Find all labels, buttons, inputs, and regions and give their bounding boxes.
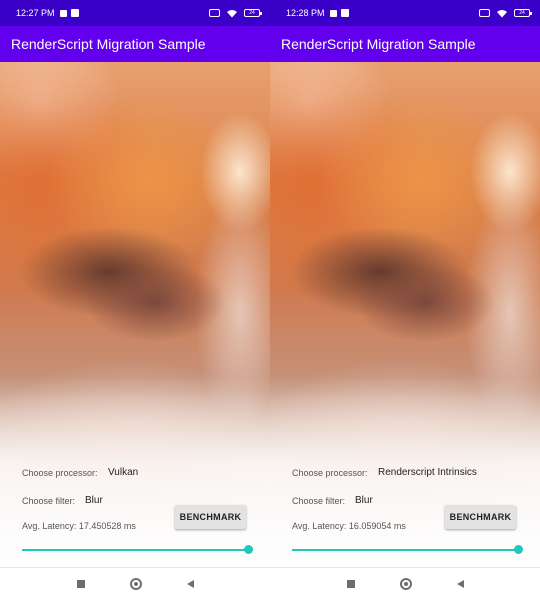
status-bar: 12:27 PM 24 <box>0 0 270 26</box>
processed-image <box>270 62 540 567</box>
phone-screen-renderscript: 12:28 PM 24 RenderScript Migration Sampl… <box>270 0 540 600</box>
notification-square-icon <box>59 9 67 17</box>
wifi-icon <box>227 9 237 17</box>
processor-select[interactable]: Renderscript Intrinsics <box>378 467 477 478</box>
processor-select[interactable]: Vulkan <box>108 467 138 478</box>
navigation-bar <box>0 567 270 600</box>
slider-track[interactable] <box>22 549 246 551</box>
filter-select[interactable]: Blur <box>355 495 373 506</box>
download-icon <box>340 9 349 17</box>
latency-text: Avg. Latency: 16.059054 ms <box>292 521 406 531</box>
slider-thumb[interactable] <box>514 545 523 554</box>
navigation-bar <box>270 567 540 600</box>
battery-icon: 24 <box>514 9 532 17</box>
status-time: 12:27 PM <box>16 8 55 18</box>
processor-label: Choose processor: <box>22 468 98 478</box>
notification-square-icon <box>329 9 337 17</box>
home-icon[interactable] <box>129 578 142 590</box>
benchmark-button[interactable]: BENCHMARK <box>175 505 246 529</box>
app-title: RenderScript Migration Sample <box>11 36 206 52</box>
x-box-icon <box>209 9 220 17</box>
back-icon[interactable] <box>456 580 464 588</box>
home-icon[interactable] <box>399 578 412 590</box>
filter-label: Choose filter: <box>292 496 346 506</box>
status-time: 12:28 PM <box>286 8 325 18</box>
recents-icon[interactable] <box>346 580 355 588</box>
x-box-icon <box>479 9 490 17</box>
download-icon <box>70 9 79 17</box>
processor-label: Choose processor: <box>292 468 368 478</box>
back-icon[interactable] <box>186 580 194 588</box>
battery-icon: 24 <box>244 9 262 17</box>
slider-track[interactable] <box>292 549 516 551</box>
benchmark-button[interactable]: BENCHMARK <box>445 505 516 529</box>
app-bar: RenderScript Migration Sample <box>270 26 540 62</box>
latency-text: Avg. Latency: 17.450528 ms <box>22 521 136 531</box>
status-bar: 12:28 PM 24 <box>270 0 540 26</box>
filter-label: Choose filter: <box>22 496 76 506</box>
phone-screen-vulkan: 12:27 PM 24 RenderScript Migration Sampl… <box>0 0 270 600</box>
filter-select[interactable]: Blur <box>85 495 103 506</box>
app-title: RenderScript Migration Sample <box>281 36 476 52</box>
app-bar: RenderScript Migration Sample <box>0 26 270 62</box>
wifi-icon <box>497 9 507 17</box>
processed-image <box>0 62 270 567</box>
slider-thumb[interactable] <box>244 545 253 554</box>
recents-icon[interactable] <box>76 580 85 588</box>
